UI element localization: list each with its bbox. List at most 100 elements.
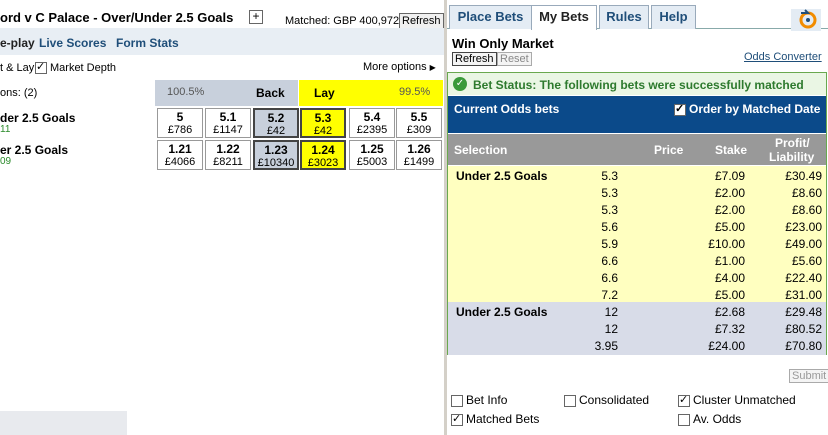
- price: 1.23: [264, 143, 288, 157]
- col-profit: Profit/: [775, 136, 810, 150]
- consolidated-option[interactable]: Consolidated: [564, 393, 649, 407]
- lay-price-3[interactable]: 5.5 £309: [396, 108, 442, 138]
- form-stats-link[interactable]: Form Stats: [116, 36, 179, 50]
- current-odds-band: Current Odds bets Order by Matched Date: [448, 96, 826, 133]
- bet-price: 7.2: [601, 288, 618, 302]
- price: 1.22: [216, 142, 240, 156]
- add-market-button[interactable]: +: [249, 10, 263, 24]
- av-odds-checkbox[interactable]: [678, 413, 690, 426]
- cluster-unmatched-option[interactable]: Cluster Unmatched: [678, 393, 796, 407]
- market-depth-label: Market Depth: [50, 62, 117, 74]
- order-by-date-option[interactable]: Order by Matched Date: [674, 102, 820, 116]
- caret-right-icon: ▶: [429, 63, 436, 72]
- col-selection: Selection: [454, 143, 508, 157]
- bet-pl: £70.80: [785, 339, 822, 353]
- back-lay-label: t & Lay: [0, 62, 35, 74]
- more-options-link[interactable]: More options ▶: [363, 61, 436, 73]
- order-by-date-label: Order by Matched Date: [689, 102, 821, 116]
- back-label: Back: [256, 86, 285, 100]
- market-nav: e-play Live Scores Form Stats: [0, 28, 444, 55]
- bet-row: 5.3 £2.00 £8.60: [448, 185, 826, 202]
- size: £1499: [403, 156, 435, 168]
- market-refresh-button[interactable]: Refresh: [399, 13, 444, 29]
- bet-pl: £31.00: [785, 288, 822, 302]
- size: £786: [167, 124, 193, 136]
- price: 5.4: [363, 110, 381, 124]
- size: £1147: [213, 124, 243, 136]
- bet-price: 5.3: [601, 203, 618, 217]
- matched-bets-option[interactable]: Matched Bets: [451, 412, 539, 426]
- selections-count: ons: (2): [0, 87, 38, 99]
- inplay-link[interactable]: e-play: [0, 36, 35, 50]
- cluster-unmatched-checkbox[interactable]: [678, 393, 690, 407]
- bet-status-text: Bet Status: The following bets were succ…: [473, 78, 804, 92]
- tab-help[interactable]: Help: [651, 5, 696, 29]
- bet-row: 12 £7.32 £80.52: [448, 321, 826, 338]
- bet-info-option[interactable]: Bet Info: [451, 393, 507, 407]
- lay-price-2[interactable]: 5.4 £2395: [349, 108, 395, 138]
- consolidated-label: Consolidated: [579, 393, 650, 407]
- bet-price: 12: [604, 322, 618, 336]
- market-depth-checkbox[interactable]: [35, 60, 47, 75]
- bet-info-checkbox[interactable]: [451, 394, 463, 407]
- size: £2395: [356, 124, 388, 136]
- order-by-date-checkbox[interactable]: [674, 102, 686, 116]
- bet-stake: £24.00: [708, 339, 745, 353]
- bet-price: 3.95: [594, 339, 618, 353]
- back-price-2[interactable]: 1.22 £8211: [205, 140, 251, 170]
- bet-stake: £5.00: [714, 220, 745, 234]
- matched-bets-checkbox[interactable]: [451, 412, 463, 426]
- consolidated-checkbox[interactable]: [564, 394, 576, 407]
- refresh-logo-icon[interactable]: [791, 9, 821, 31]
- mybets-refresh-button[interactable]: Refresh: [452, 52, 497, 66]
- bet-group: Under 2.5 Goals 12 £2.68 £29.48 12 £7.32 £80.…: [448, 302, 826, 355]
- mybets-reset-button[interactable]: Reset: [497, 52, 532, 66]
- size: £3023: [307, 157, 339, 169]
- price: 5.1: [219, 110, 237, 124]
- size: £4066: [164, 156, 196, 168]
- av-odds-option[interactable]: Av. Odds: [678, 412, 741, 426]
- bet-group: Under 2.5 Goals 5.3 £7.09 £30.49 5.3 £2.00 £8…: [448, 166, 826, 302]
- back-price-3[interactable]: 1.21 £4066: [157, 140, 203, 170]
- bet-selection: Under 2.5 Goals: [456, 305, 548, 319]
- check-icon: ✓: [453, 77, 467, 91]
- size: £42: [266, 125, 286, 137]
- bet-pl: £5.60: [791, 254, 822, 268]
- price: 5.2: [267, 111, 285, 125]
- col-stake: Stake: [715, 143, 748, 157]
- back-price-best[interactable]: 5.2 £42: [253, 108, 299, 138]
- bet-pl: £29.48: [785, 305, 822, 319]
- bet-price: 6.6: [601, 271, 618, 285]
- runner-pl: 11: [0, 124, 11, 135]
- back-price-3[interactable]: 5 £786: [157, 108, 203, 138]
- odds-converter-link[interactable]: Odds Converter: [744, 51, 822, 63]
- tab-rules[interactable]: Rules: [599, 5, 649, 29]
- back-price-2[interactable]: 5.1 £1147: [205, 108, 251, 138]
- runner-name[interactable]: er 2.5 Goals: [0, 143, 68, 157]
- col-price: Price: [654, 143, 684, 157]
- back-percent: 100.5%: [167, 86, 205, 98]
- lay-price-2[interactable]: 1.25 £5003: [349, 140, 395, 170]
- options-bar: t & Lay Market Depth More options ▶: [0, 58, 444, 78]
- back-price-best[interactable]: 1.23 £10340: [253, 140, 299, 170]
- lay-price-best[interactable]: 1.24 £3023: [300, 140, 346, 170]
- market-panel: ord v C Palace - Over/Under 2.5 Goals + …: [0, 0, 444, 435]
- matched-bets-label: Matched Bets: [466, 412, 540, 426]
- bet-selection: Under 2.5 Goals: [456, 169, 548, 183]
- footer-strip: [0, 411, 127, 435]
- market-title: ord v C Palace - Over/Under 2.5 Goals: [0, 10, 234, 25]
- lay-price-3[interactable]: 1.26 £1499: [396, 140, 442, 170]
- bet-price: 5.3: [601, 186, 618, 200]
- price: 1.24: [311, 143, 335, 157]
- lay-price-best[interactable]: 5.3 £42: [300, 108, 346, 138]
- lay-percent: 99.5%: [399, 86, 431, 98]
- live-scores-link[interactable]: Live Scores: [39, 36, 106, 50]
- mybets-market-title: Win Only Market: [452, 36, 554, 51]
- runner-name[interactable]: der 2.5 Goals: [0, 111, 75, 125]
- bet-stake: £10.00: [708, 237, 745, 251]
- market-titlebar: ord v C Palace - Over/Under 2.5 Goals + …: [0, 5, 444, 29]
- tab-my-bets[interactable]: My Bets: [531, 5, 597, 30]
- tab-place-bets[interactable]: Place Bets: [449, 5, 532, 29]
- bet-row: 5.6 £5.00 £23.00: [448, 219, 826, 236]
- submit-button[interactable]: Submit: [789, 369, 828, 383]
